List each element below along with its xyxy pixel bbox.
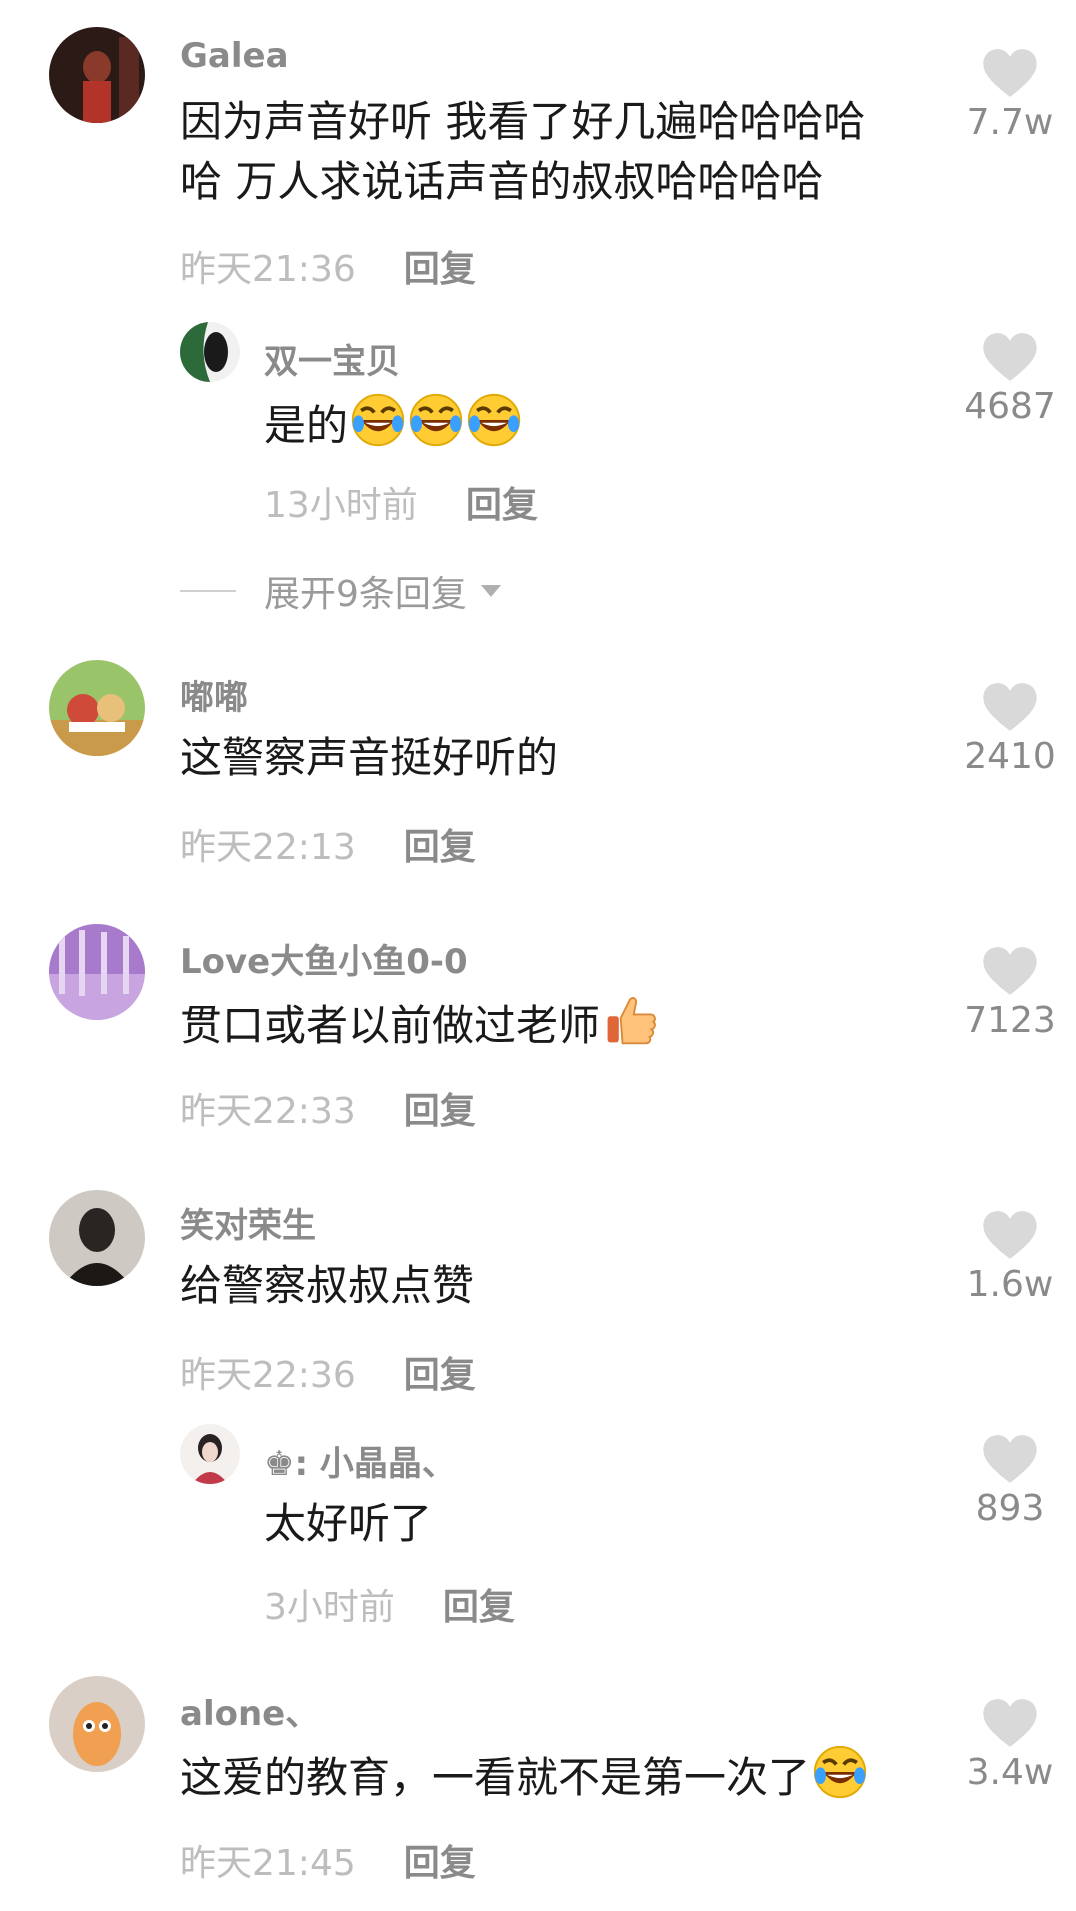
like-count: 7123 [964,1000,1056,1041]
rofl-emoji-icon [466,392,522,448]
comment-text: 因为声音好听 我看了好几遍哈哈哈哈 哈 万人求说话声音的叔叔哈哈哈哈 [180,92,865,212]
username[interactable]: ♚: 小晶晶、 [264,1436,456,1485]
like-button[interactable]: 893 [960,1434,1060,1529]
timestamp: 昨天21:36 [180,249,356,290]
username[interactable]: Love大鱼小鱼0-0 [180,934,468,983]
like-count: 3.4w [966,1752,1054,1793]
heart-icon [982,1210,1038,1260]
timestamp: 昨天21:45 [180,1843,356,1884]
like-count: 893 [975,1488,1045,1529]
comment-meta: 3小时前 回复 [264,1578,515,1630]
timestamp: 昨天22:36 [180,1355,356,1396]
username[interactable]: alone、 [180,1686,319,1735]
rofl-emoji-icon [350,392,406,448]
username[interactable]: 双一宝贝 [264,334,400,383]
comment-text: 这爱的教育，一看就不是第一次了 [180,1744,868,1808]
username[interactable]: 嘟嘟 [180,670,248,719]
username[interactable]: 笑对荣生 [180,1198,316,1247]
like-button[interactable]: 3.4w [960,1698,1060,1793]
heart-icon [982,48,1038,98]
expand-replies-button[interactable]: 展开9条回复 [180,565,503,617]
heart-icon [982,1698,1038,1748]
comment-body: 是的 [264,401,349,450]
reply-button[interactable]: 回复 [404,1355,476,1396]
comment-meta: 昨天21:45 回复 [180,1834,476,1886]
comment-body: 这爱的教育，一看就不是第一次了 [180,1753,811,1802]
avatar[interactable] [49,1676,145,1772]
comment-meta: 昨天22:13 回复 [180,818,476,870]
like-count: 2410 [964,736,1056,777]
like-button[interactable]: 7123 [960,946,1060,1041]
comment-line: 因为声音好听 我看了好几遍哈哈哈哈 [180,97,866,146]
timestamp: 3小时前 [264,1587,395,1628]
username[interactable]: Galea [180,36,289,76]
like-count: 7.7w [966,102,1054,143]
comment-meta: 13小时前 回复 [264,476,538,528]
comment-line: 哈 万人求说话声音的叔叔哈哈哈哈 [180,157,824,206]
comment-text: 贯口或者以前做过老师 [180,992,658,1056]
reply-button[interactable]: 回复 [404,827,476,868]
reply-button[interactable]: 回复 [466,485,538,526]
heart-icon [982,332,1038,382]
comment-text: 太好听了 [264,1499,433,1548]
comment-text: 是的 [264,392,522,456]
rofl-emoji-icon [812,1744,868,1800]
comment-body: 贯口或者以前做过老师 [180,1001,601,1050]
like-button[interactable]: 4687 [960,332,1060,427]
expand-replies-label: 展开9条回复 [264,574,467,615]
reply-button[interactable]: 回复 [404,249,476,290]
comment-meta: 昨天21:36 回复 [180,240,476,292]
reply-button[interactable]: 回复 [443,1587,515,1628]
comment-meta: 昨天22:33 回复 [180,1082,476,1134]
rofl-emoji-icon [408,392,464,448]
avatar[interactable] [180,1424,240,1484]
thumbs-up-emoji-icon [602,992,658,1048]
timestamp: 昨天22:33 [180,1091,356,1132]
avatar[interactable] [49,924,145,1020]
like-count: 4687 [964,386,1056,427]
like-button[interactable]: 7.7w [960,48,1060,143]
comment-text: 给警察叔叔点赞 [180,1261,475,1310]
heart-icon [982,946,1038,996]
heart-icon [982,682,1038,732]
avatar[interactable] [49,660,145,756]
avatar[interactable] [49,1190,145,1286]
avatar[interactable] [180,322,240,382]
reply-button[interactable]: 回复 [404,1843,476,1884]
timestamp: 昨天22:13 [180,827,356,868]
comment-meta: 昨天22:36 回复 [180,1346,476,1398]
triangle-down-icon [480,585,501,597]
reply-button[interactable]: 回复 [404,1091,476,1132]
like-button[interactable]: 2410 [960,682,1060,777]
avatar[interactable] [49,27,145,123]
timestamp: 13小时前 [264,485,418,526]
comment-text: 这警察声音挺好听的 [180,733,559,782]
like-count: 1.6w [966,1264,1054,1305]
divider [180,590,236,592]
like-button[interactable]: 1.6w [960,1210,1060,1305]
heart-icon [982,1434,1038,1484]
